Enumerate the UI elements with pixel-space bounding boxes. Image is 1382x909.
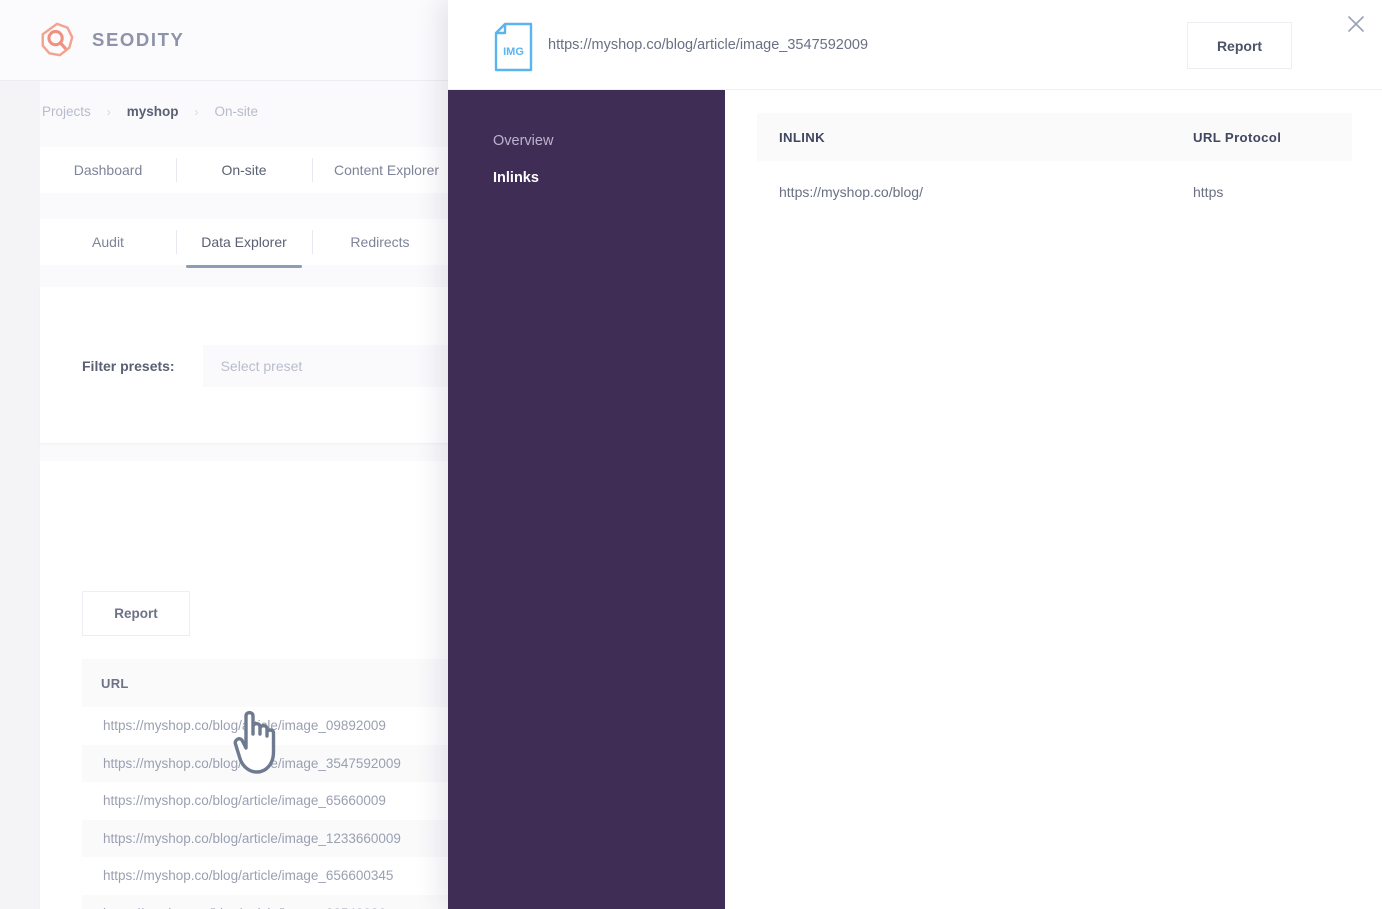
close-icon[interactable] (1342, 10, 1370, 38)
url-cell: https://myshop.co/blog/article/image_656… (103, 793, 386, 809)
column-header-inlink[interactable]: INLINK (757, 130, 1193, 145)
inlinks-table-header: INLINK URL Protocol (757, 113, 1352, 161)
tab-label: Audit (92, 234, 124, 250)
close-x-glyph (1348, 16, 1364, 32)
tab-data-explorer[interactable]: Data Explorer (176, 219, 312, 268)
breadcrumb-separator: › (106, 104, 111, 119)
url-column-header-label: URL (101, 675, 129, 691)
brand-name: SEODITY (92, 29, 185, 50)
seodity-logo-icon (41, 22, 74, 57)
modal-report-label: Report (1216, 37, 1263, 54)
tab-on-site[interactable]: On-site (176, 147, 312, 196)
tab-redirects[interactable]: Redirects (312, 219, 448, 265)
screen: SEODITY Projects › myshop › On-site Dash… (0, 0, 1382, 909)
tab-label: Content Explorer (334, 162, 440, 178)
breadcrumb-item-projects[interactable]: Projects (40, 104, 93, 119)
image-file-icon: IMG (494, 22, 533, 72)
modal-header: IMG https://myshop.co/blog/article/image… (448, 0, 1382, 90)
tab-label: On-site (221, 162, 267, 178)
report-button-label: Report (114, 606, 158, 621)
modal-sidebar: Overview Inlinks (448, 90, 725, 909)
column-header-url-protocol[interactable]: URL Protocol (1193, 130, 1352, 145)
brand-logo[interactable]: SEODITY (38, 21, 184, 59)
url-cell: https://myshop.co/blog/article/image_354… (103, 755, 401, 771)
sidebar-item-label: Overview (493, 133, 554, 149)
table-row[interactable]: https://myshop.co/blog/ https (757, 161, 1352, 223)
filter-presets-label: Filter presets: (82, 358, 175, 374)
inlinks-table: INLINK URL Protocol https://myshop.co/bl… (757, 113, 1352, 223)
tab-dashboard[interactable]: Dashboard (40, 147, 176, 193)
svg-text:IMG: IMG (503, 46, 524, 58)
tab-content-explorer[interactable]: Content Explorer (312, 147, 461, 193)
protocol-cell: https (1193, 184, 1224, 200)
tab-label: Data Explorer (201, 234, 287, 250)
url-cell: https://myshop.co/blog/article/image_656… (103, 868, 394, 884)
modal-body: INLINK URL Protocol https://myshop.co/bl… (725, 90, 1382, 909)
filter-preset-placeholder: Select preset (220, 358, 303, 374)
url-cell: https://myshop.co/blog/article/image_123… (103, 830, 401, 846)
sidebar-item-label: Inlinks (493, 170, 539, 186)
breadcrumb-item-onsite[interactable]: On-site (213, 104, 261, 119)
tab-label: Redirects (350, 234, 410, 250)
url-cell: https://myshop.co/blog/article/image_098… (103, 718, 386, 734)
modal-url: https://myshop.co/blog/article/image_354… (548, 0, 868, 90)
breadcrumb: Projects › myshop › On-site (40, 104, 260, 119)
sidebar-item-overview[interactable]: Overview (493, 133, 553, 149)
tab-label: Dashboard (73, 162, 143, 178)
breadcrumb-item-myshop[interactable]: myshop (125, 104, 181, 119)
modal-report-button[interactable]: Report (1187, 22, 1292, 69)
sidebar-item-inlinks[interactable]: Inlinks (493, 170, 539, 186)
report-button[interactable]: Report (82, 591, 190, 636)
image-detail-modal: IMG https://myshop.co/blog/article/image… (448, 0, 1382, 909)
tab-audit[interactable]: Audit (40, 219, 176, 265)
breadcrumb-separator: › (194, 104, 199, 119)
modal-url-text: https://myshop.co/blog/article/image_354… (548, 37, 869, 53)
inlink-cell: https://myshop.co/blog/ (779, 184, 923, 200)
